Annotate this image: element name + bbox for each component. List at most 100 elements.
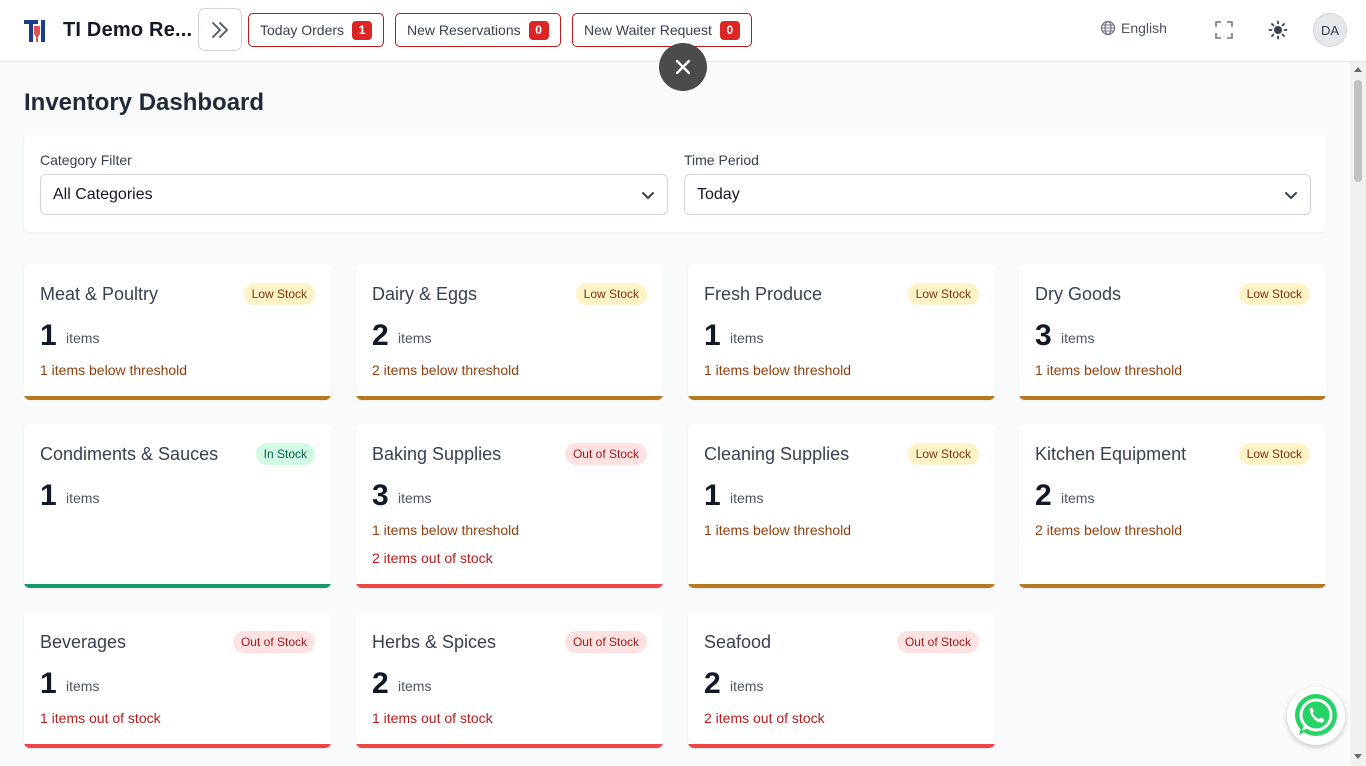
item-count: 2 [372,667,389,700]
card-title: Cleaning Supplies [704,444,850,464]
category-card-dairy-eggs[interactable]: Dairy & Eggs Low Stock 2 items 2 items b… [356,264,663,400]
status-badge: Low Stock [1238,443,1310,465]
item-unit: items [66,678,100,694]
item-count: 2 [1035,479,1052,512]
category-card-herbs-spices[interactable]: Herbs & Spices Out of Stock 2 items 1 it… [356,612,663,748]
chevron-down-icon [642,192,654,199]
today-orders-button[interactable]: Today Orders 1 [248,13,385,47]
item-unit: items [398,330,432,346]
below-threshold-text: 1 items below threshold [40,362,188,378]
status-badge: Out of Stock [564,443,647,465]
status-bar [356,744,663,748]
new-reservations-count: 0 [528,20,549,40]
category-card-fresh-produce[interactable]: Fresh Produce Low Stock 1 items 1 items … [688,264,995,400]
item-unit: items [66,490,100,506]
scroll-down-arrow-icon[interactable] [1354,754,1362,759]
user-avatar[interactable]: DA [1313,13,1347,47]
item-unit: items [398,678,432,694]
new-waiter-request-button[interactable]: New Waiter Request 0 [572,13,752,47]
category-filter-label: Category Filter [40,152,132,168]
status-bar [688,744,995,748]
new-reservations-label: New Reservations [407,22,521,38]
brand-name: TI Demo Re... [63,19,193,41]
item-count: 1 [40,479,57,512]
sidebar-toggle-button[interactable] [198,8,242,51]
today-orders-count: 1 [352,20,373,40]
status-bar [688,396,995,400]
new-reservations-button[interactable]: New Reservations 0 [395,13,561,47]
category-card-dry-goods[interactable]: Dry Goods Low Stock 3 items 1 items belo… [1019,264,1326,400]
status-badge: Low Stock [907,443,979,465]
scrollbar-thumb[interactable] [1354,80,1362,182]
item-count: 1 [40,667,57,700]
item-count: 1 [704,479,721,512]
category-card-beverages[interactable]: Beverages Out of Stock 1 items 1 items o… [24,612,331,748]
status-bar [24,396,331,400]
category-card-kitchen-equipment[interactable]: Kitchen Equipment Low Stock 2 items 2 it… [1019,424,1326,588]
item-count: 2 [704,667,721,700]
today-orders-label: Today Orders [260,22,345,38]
category-card-condiments-sauces[interactable]: Condiments & Sauces In Stock 1 items [24,424,331,588]
item-unit: items [730,490,764,506]
status-bar [24,744,331,748]
card-title: Meat & Poultry [40,284,159,304]
below-threshold-text: 2 items below threshold [372,362,520,378]
item-count: 1 [704,319,721,352]
card-title: Herbs & Spices [372,632,497,652]
category-card-meat-poultry[interactable]: Meat & Poultry Low Stock 1 items 1 items… [24,264,331,400]
status-badge: Low Stock [907,283,979,305]
item-unit: items [1061,330,1095,346]
scroll-up-arrow-icon[interactable] [1354,67,1362,72]
time-period-select[interactable]: Today [684,174,1311,215]
below-threshold-text: 2 items below threshold [1035,522,1183,538]
below-threshold-text: 1 items below threshold [704,522,852,538]
item-count: 3 [372,479,389,512]
fullscreen-icon[interactable] [1214,20,1234,40]
filters-panel: Category Filter All Categories Time Peri… [24,134,1326,232]
out-of-stock-text: 2 items out of stock [704,710,825,726]
card-title: Baking Supplies [372,444,502,464]
globe-icon [1100,20,1116,36]
category-card-seafood[interactable]: Seafood Out of Stock 2 items 2 items out… [688,612,995,748]
category-card-baking-supplies[interactable]: Baking Supplies Out of Stock 3 items 1 i… [356,424,663,588]
category-card-cleaning-supplies[interactable]: Cleaning Supplies Low Stock 1 items 1 it… [688,424,995,588]
status-badge: Low Stock [1238,283,1310,305]
item-unit: items [1061,490,1095,506]
card-title: Dry Goods [1035,284,1122,304]
below-threshold-text: 1 items below threshold [1035,362,1183,378]
item-count: 2 [372,319,389,352]
status-bar [1019,584,1326,588]
below-threshold-text: 1 items below threshold [372,522,520,538]
below-threshold-text: 1 items below threshold [704,362,852,378]
language-label: English [1121,20,1167,36]
sun-icon[interactable] [1268,20,1288,40]
status-bar [356,396,663,400]
status-bar [688,584,995,588]
new-waiter-request-label: New Waiter Request [584,22,712,38]
out-of-stock-text: 1 items out of stock [372,710,493,726]
close-button[interactable] [659,43,707,91]
card-title: Beverages [40,632,127,652]
item-unit: items [730,678,764,694]
double-chevron-right-icon [212,21,228,38]
status-bar [1019,396,1326,400]
time-period-label: Time Period [684,152,759,168]
status-bar [24,584,331,588]
item-count: 1 [40,319,57,352]
language-selector[interactable]: English [1100,20,1167,36]
out-of-stock-text: 2 items out of stock [372,550,493,566]
card-title: Fresh Produce [704,284,823,304]
status-badge: In Stock [255,443,315,465]
logo-icon[interactable] [22,16,50,44]
whatsapp-button[interactable] [1287,687,1345,745]
item-unit: items [66,330,100,346]
card-title: Dairy & Eggs [372,284,478,304]
category-select[interactable]: All Categories [40,174,668,215]
status-badge: Low Stock [575,283,647,305]
new-waiter-request-count: 0 [719,20,740,40]
out-of-stock-text: 1 items out of stock [40,710,161,726]
whatsapp-icon [1295,694,1337,736]
close-icon [675,59,691,75]
time-period-select-value: Today [697,185,740,203]
item-unit: items [398,490,432,506]
